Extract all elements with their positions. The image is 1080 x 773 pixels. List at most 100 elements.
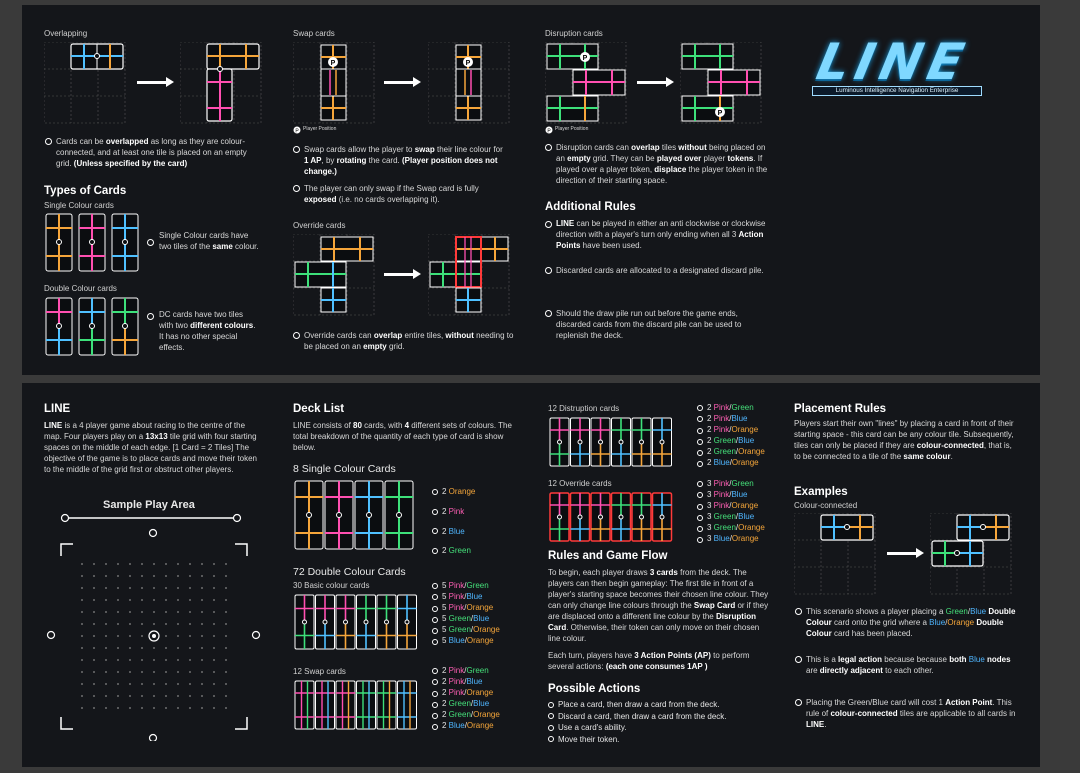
colour-name: Orange bbox=[466, 688, 494, 698]
pair-list-item: 2 Green/Orange bbox=[697, 447, 765, 458]
board-grid-dot bbox=[165, 623, 167, 625]
board-grid-dot bbox=[165, 599, 167, 601]
board-grid-dot bbox=[105, 707, 107, 709]
colour-name: Green bbox=[713, 523, 736, 533]
bullet-icon bbox=[697, 449, 703, 456]
basic-colour-cards-row bbox=[293, 593, 419, 651]
board-grid-dot bbox=[201, 695, 203, 697]
board-grid-dot bbox=[177, 587, 179, 589]
pair-list-item: 2 Pink/Orange bbox=[432, 688, 500, 699]
board-grid-dot bbox=[189, 587, 191, 589]
board-grid-dot bbox=[93, 599, 95, 601]
board-grid-dot bbox=[201, 635, 203, 637]
count: 2 bbox=[442, 487, 449, 496]
single-colour-text: Single Colour cards have two tiles of th… bbox=[159, 231, 259, 251]
action-item: Move their token. bbox=[548, 734, 727, 746]
board-grid-dot bbox=[141, 575, 143, 577]
single-colour-label: Single Colour cards bbox=[44, 201, 114, 210]
overlap-label: Overlapping bbox=[44, 29, 88, 38]
board-grid-dot bbox=[225, 695, 227, 697]
player-position-icon: P bbox=[545, 126, 553, 134]
single-colour-title: 8 Single Colour Cards bbox=[293, 463, 396, 475]
pair-list-item: 3 Green/Orange bbox=[697, 523, 765, 534]
disruption-diagram-after: P bbox=[680, 42, 762, 124]
board-grid-dot bbox=[105, 599, 107, 601]
board-grid-dot bbox=[93, 671, 95, 673]
pair-list-item: 3 Pink/Blue bbox=[697, 490, 765, 501]
board-grid-dot bbox=[141, 671, 143, 673]
colour-name: Orange bbox=[731, 534, 759, 544]
board-grid-dot bbox=[177, 647, 179, 649]
board-grid-dot bbox=[177, 659, 179, 661]
board-grid-dot bbox=[117, 599, 119, 601]
colour-name: Green bbox=[448, 699, 471, 709]
pair-list-item: 5 Pink/Blue bbox=[432, 592, 500, 603]
colour-name: Orange bbox=[448, 487, 476, 496]
bullet-icon bbox=[697, 503, 703, 510]
board-grid-dot bbox=[141, 635, 143, 637]
pair-list-item: 2 Green/Blue bbox=[697, 436, 765, 447]
board-grid-dot bbox=[117, 695, 119, 697]
pair-list-item: 5 Pink/Orange bbox=[432, 603, 500, 614]
swap-cards-row bbox=[293, 679, 419, 731]
pair-list-item: 2 Pink/Green bbox=[432, 666, 500, 677]
double-colour-cards-image bbox=[44, 296, 140, 358]
deck-card bbox=[631, 492, 652, 542]
basic-colour-label: 30 Basic colour cards bbox=[293, 581, 370, 590]
board-grid-dot bbox=[81, 587, 83, 589]
board-grid-dot bbox=[141, 695, 143, 697]
bullet-icon bbox=[147, 239, 154, 246]
board-grid-dot bbox=[81, 563, 83, 565]
board-grid-dot bbox=[189, 599, 191, 601]
colour-name: Orange bbox=[466, 636, 494, 646]
bullet-icon bbox=[432, 488, 438, 495]
board-grid-dot bbox=[165, 707, 167, 709]
deck-card bbox=[590, 492, 611, 542]
deck-card bbox=[651, 492, 673, 542]
board-grid-dot bbox=[129, 635, 131, 637]
count: 2 bbox=[707, 458, 714, 468]
board-grid-dot bbox=[189, 671, 191, 673]
pair-list-item: 2 Blue/Orange bbox=[697, 458, 765, 469]
bullet-icon bbox=[147, 313, 154, 320]
board-grid-dot bbox=[201, 623, 203, 625]
count: 5 bbox=[442, 614, 449, 624]
deck-card bbox=[315, 594, 335, 650]
board-grid-dot bbox=[105, 635, 107, 637]
deck-card bbox=[569, 492, 591, 542]
example-diagram-after bbox=[930, 513, 1012, 595]
board-grid-dot bbox=[117, 575, 119, 577]
count: 2 bbox=[707, 403, 714, 412]
board-grid-dot bbox=[225, 563, 227, 565]
board-grid-dot bbox=[165, 647, 167, 649]
override-arrow bbox=[384, 269, 421, 279]
board-grid-dot bbox=[153, 575, 155, 577]
board-grid-dot bbox=[129, 707, 131, 709]
bullet-icon bbox=[697, 514, 703, 521]
board-grid-dot bbox=[213, 635, 215, 637]
rules-panel-bottom: LINE LINE is a 4 player game about racin… bbox=[22, 383, 1040, 767]
override-cards-list: 3 Pink/Green 3 Pink/Blue 3 Pink/Orange 3 Gr… bbox=[697, 479, 765, 546]
pair-list-item: 2 Pink/Blue bbox=[432, 677, 500, 688]
bullet-icon bbox=[548, 713, 554, 720]
bullet-icon bbox=[697, 427, 703, 434]
placement-heading: Placement Rules bbox=[794, 403, 887, 415]
bullet-icon bbox=[432, 668, 438, 675]
board-grid-dot bbox=[141, 563, 143, 565]
board-grid-dot bbox=[189, 659, 191, 661]
basic-colour-list: 5 Pink/Green 5 Pink/Blue 5 Pink/Orange 5 Gr… bbox=[432, 581, 500, 648]
player-position-icon: P bbox=[293, 126, 301, 134]
override-cards-row bbox=[548, 491, 674, 543]
board-grid-dot bbox=[213, 599, 215, 601]
bullet-icon bbox=[432, 508, 438, 515]
swap-arrow bbox=[384, 77, 421, 87]
colour-name: Orange bbox=[731, 458, 759, 468]
count: 2 bbox=[442, 699, 449, 709]
board-grid-dot bbox=[105, 611, 107, 613]
disruption-cards-row bbox=[548, 416, 674, 468]
deck-card bbox=[356, 594, 376, 650]
colour-name: Pink bbox=[448, 581, 465, 590]
double-colour-label: Double Colour cards bbox=[44, 284, 117, 293]
swap-diagram-before: P bbox=[293, 42, 375, 124]
board-grid-dot bbox=[177, 695, 179, 697]
